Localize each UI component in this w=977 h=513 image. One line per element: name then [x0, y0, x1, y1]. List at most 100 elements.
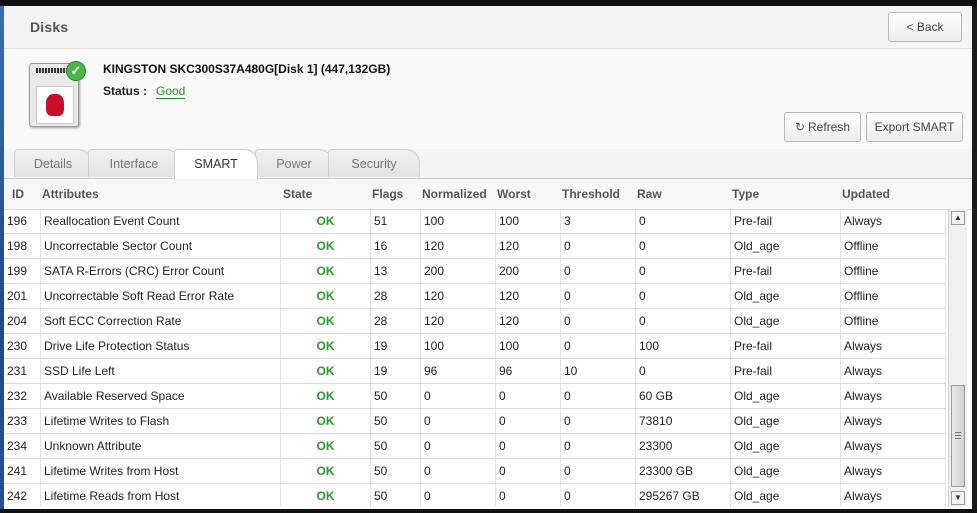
id-cell: 230 — [4, 334, 41, 358]
raw-cell: 23300 — [636, 434, 731, 458]
id-cell: 233 — [4, 409, 41, 433]
attribute-cell: Lifetime Writes from Host — [41, 459, 281, 483]
id-cell: 232 — [4, 384, 41, 408]
attribute-cell: Lifetime Writes to Flash — [41, 409, 281, 433]
flags-cell: 50 — [371, 384, 421, 408]
threshold-cell: 0 — [561, 484, 636, 507]
table-row[interactable]: 232 Available Reserved Space OK 50 0 0 0 60 GB O… — [4, 384, 946, 409]
updated-cell: Always — [841, 384, 946, 408]
attribute-cell: Soft ECC Correction Rate — [41, 309, 281, 333]
state-cell: OK — [281, 309, 371, 333]
worst-cell: 0 — [496, 434, 561, 458]
column-header-flags[interactable]: Flags — [372, 187, 403, 201]
threshold-cell: 0 — [561, 384, 636, 408]
flags-cell: 28 — [371, 309, 421, 333]
table-row[interactable]: 204 Soft ECC Correction Rate OK 28 120 120 0 0 O… — [4, 309, 946, 334]
tab-security[interactable]: Security — [328, 149, 420, 177]
table-header: ID Attributes State Flags Normalized Wor… — [4, 179, 972, 210]
normalized-cell: 0 — [421, 434, 496, 458]
page-title: Disks — [30, 19, 69, 35]
page-header: Disks < Back — [4, 6, 972, 49]
scroll-down-arrow-icon[interactable]: ▼ — [951, 491, 965, 505]
table-row[interactable]: 199 SATA R-Errors (CRC) Error Count OK 13 20… — [4, 259, 946, 284]
raw-cell: 0 — [636, 284, 731, 308]
column-header-type[interactable]: Type — [732, 187, 759, 201]
flags-cell: 51 — [371, 209, 421, 233]
updated-cell: Always — [841, 359, 946, 383]
normalized-cell: 0 — [421, 384, 496, 408]
tab-power[interactable]: Power — [255, 149, 333, 177]
attribute-cell: SSD Life Left — [41, 359, 281, 383]
normalized-cell: 100 — [421, 334, 496, 358]
column-header-updated[interactable]: Updated — [842, 187, 890, 201]
worst-cell: 200 — [496, 259, 561, 283]
status-value[interactable]: Good — [156, 84, 186, 99]
raw-cell: 0 — [636, 234, 731, 258]
type-cell: Pre-fail — [731, 359, 841, 383]
attribute-cell: Unknown Attribute — [41, 434, 281, 458]
state-cell: OK — [281, 234, 371, 258]
normalized-cell: 200 — [421, 259, 496, 283]
column-header-attributes[interactable]: Attributes — [42, 187, 99, 201]
window-right-edge — [972, 6, 977, 513]
table-row[interactable]: 241 Lifetime Writes from Host OK 50 0 0 0 23300… — [4, 459, 946, 484]
vertical-scrollbar[interactable]: ▲ ▼ — [948, 209, 967, 507]
refresh-button[interactable]: ↻ Refresh — [784, 112, 861, 142]
attribute-cell: Reallocation Event Count — [41, 209, 281, 233]
threshold-cell: 0 — [561, 334, 636, 358]
tab-interface[interactable]: Interface — [88, 149, 180, 177]
flags-cell: 16 — [371, 234, 421, 258]
type-cell: Old_age — [731, 284, 841, 308]
column-header-raw[interactable]: Raw — [637, 187, 662, 201]
state-cell: OK — [281, 359, 371, 383]
tab-smart[interactable]: SMART — [174, 149, 258, 179]
table-row[interactable]: 234 Unknown Attribute OK 50 0 0 0 23300 Old_age A… — [4, 434, 946, 459]
column-header-state[interactable]: State — [283, 187, 312, 201]
tab-details[interactable]: Details — [14, 149, 92, 177]
type-cell: Pre-fail — [731, 334, 841, 358]
worst-cell: 120 — [496, 309, 561, 333]
normalized-cell: 0 — [421, 459, 496, 483]
updated-cell: Offline — [841, 259, 946, 283]
worst-cell: 0 — [496, 409, 561, 433]
normalized-cell: 100 — [421, 209, 496, 233]
type-cell: Old_age — [731, 434, 841, 458]
updated-cell: Offline — [841, 234, 946, 258]
threshold-cell: 0 — [561, 234, 636, 258]
updated-cell: Always — [841, 409, 946, 433]
worst-cell: 100 — [496, 209, 561, 233]
state-cell: OK — [281, 284, 371, 308]
flags-cell: 13 — [371, 259, 421, 283]
raw-cell: 23300 GB — [636, 459, 731, 483]
type-cell: Old_age — [731, 409, 841, 433]
table-row[interactable]: 233 Lifetime Writes to Flash OK 50 0 0 0 73810 O… — [4, 409, 946, 434]
refresh-label: Refresh — [808, 120, 851, 134]
column-header-normalized[interactable]: Normalized — [422, 187, 487, 201]
column-header-id[interactable]: ID — [12, 187, 24, 201]
table-row[interactable]: 196 Reallocation Event Count OK 51 100 100 3 0 P… — [4, 209, 946, 234]
threshold-cell: 0 — [561, 434, 636, 458]
table-row[interactable]: 242 Lifetime Reads from Host OK 50 0 0 0 295267… — [4, 484, 946, 507]
normalized-cell: 120 — [421, 309, 496, 333]
table-row[interactable]: 198 Uncorrectable Sector Count OK 16 120 120 0… — [4, 234, 946, 259]
scrollbar-thumb[interactable] — [951, 385, 965, 487]
id-cell: 199 — [4, 259, 41, 283]
table-row[interactable]: 201 Uncorrectable Soft Read Error Rate OK 2… — [4, 284, 946, 309]
updated-cell: Always — [841, 209, 946, 233]
table-row[interactable]: 231 SSD Life Left OK 19 96 96 10 0 Pre-fail Alway… — [4, 359, 946, 384]
type-cell: Old_age — [731, 234, 841, 258]
back-button[interactable]: < Back — [888, 12, 962, 42]
kingston-logo — [46, 94, 64, 116]
column-header-worst[interactable]: Worst — [497, 187, 531, 201]
column-header-threshold[interactable]: Threshold — [562, 187, 620, 201]
flags-cell: 19 — [371, 334, 421, 358]
worst-cell: 0 — [496, 459, 561, 483]
updated-cell: Offline — [841, 284, 946, 308]
scroll-up-arrow-icon[interactable]: ▲ — [951, 211, 965, 225]
table-row[interactable]: 230 Drive Life Protection Status OK 19 100 10… — [4, 334, 946, 359]
threshold-cell: 0 — [561, 309, 636, 333]
worst-cell: 0 — [496, 384, 561, 408]
export-smart-button[interactable]: Export SMART — [866, 112, 963, 142]
threshold-cell: 10 — [561, 359, 636, 383]
window-bottom-edge — [0, 509, 977, 513]
